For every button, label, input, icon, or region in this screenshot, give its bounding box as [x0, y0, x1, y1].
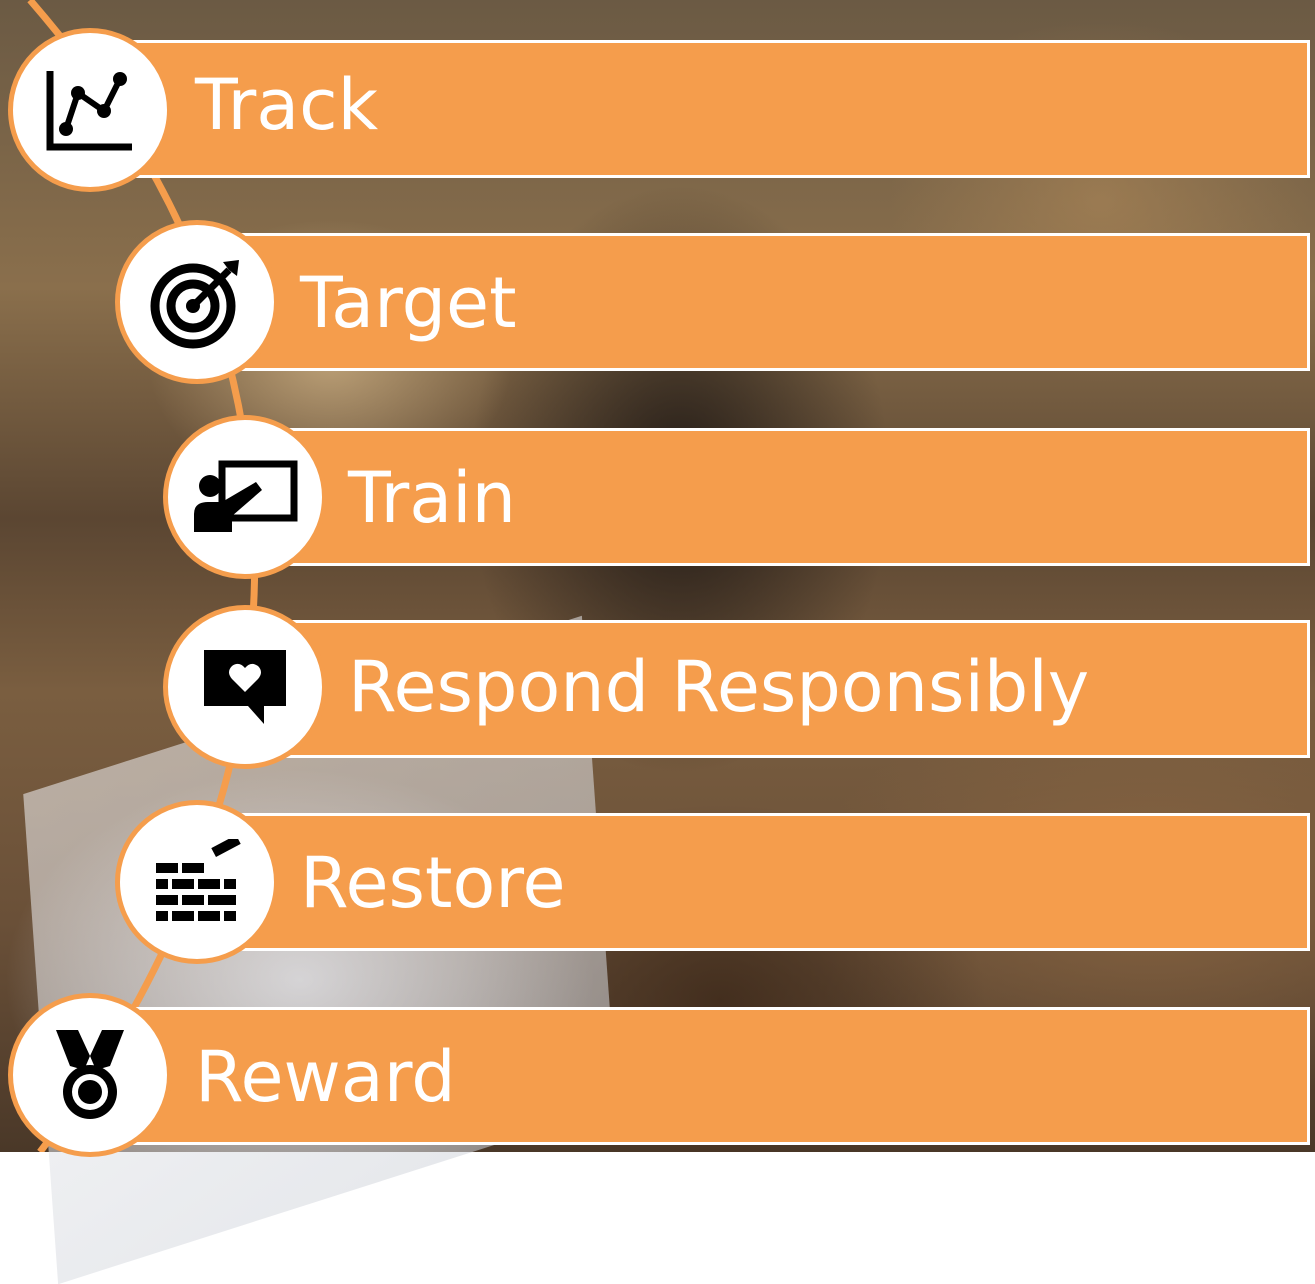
step-icon-circle-target: [115, 220, 279, 384]
brick-wall-icon: [156, 839, 241, 921]
step-icon-circle-restore: [115, 800, 279, 964]
step-label-target: Target: [300, 262, 517, 344]
line-chart-icon: [46, 71, 132, 151]
step-label-reward: Reward: [195, 1036, 456, 1118]
step-icon-circle-track: [8, 28, 172, 192]
step-icon-circle-respond-responsibly: [163, 605, 327, 769]
heart-message-icon: [204, 650, 286, 724]
target-icon: [150, 260, 239, 349]
step-label-respond-responsibly: Respond Responsibly: [348, 646, 1090, 728]
step-label-restore: Restore: [300, 842, 566, 924]
step-icon-circle-train: [163, 415, 327, 579]
step-label-train: Train: [348, 457, 516, 539]
medal-icon: [56, 1030, 124, 1119]
step-label-track: Track: [195, 64, 379, 146]
presentation-icon: [194, 460, 298, 532]
step-icon-circle-reward: [8, 993, 172, 1157]
